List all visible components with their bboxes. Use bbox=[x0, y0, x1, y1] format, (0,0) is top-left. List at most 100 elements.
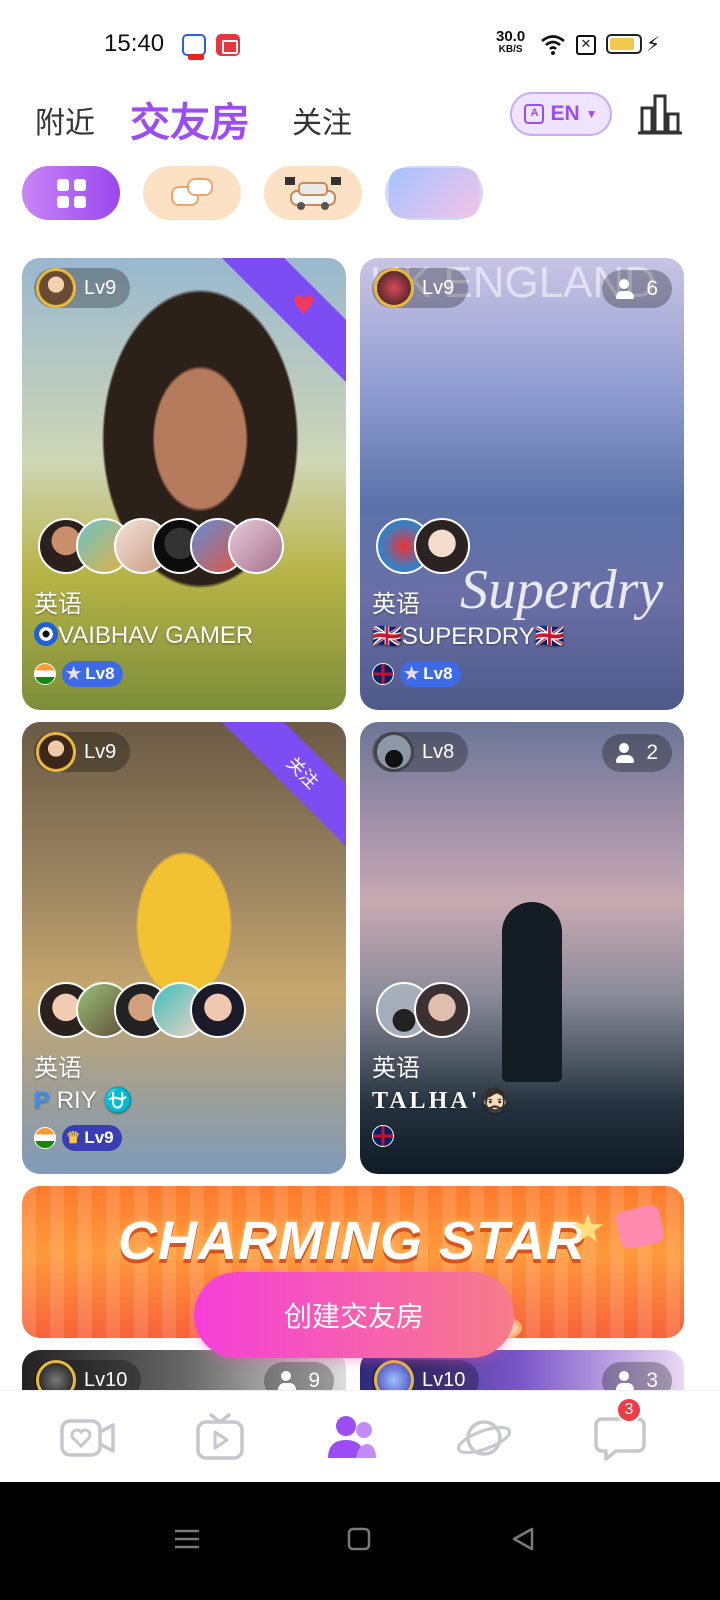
live-video-icon bbox=[60, 1419, 115, 1457]
star-icon: ★ bbox=[66, 664, 82, 683]
language-button[interactable]: A EN ▼ bbox=[510, 92, 612, 136]
room-name: 🇬🇧SUPERDRY🇬🇧 bbox=[372, 623, 565, 650]
tab-follow[interactable]: 关注 bbox=[292, 98, 352, 142]
host-avatar bbox=[374, 732, 414, 772]
no-sim-icon: ✕ bbox=[576, 35, 596, 55]
room-tags bbox=[372, 1125, 394, 1147]
nav-party[interactable] bbox=[322, 1413, 382, 1463]
planet-icon bbox=[456, 1420, 512, 1456]
heart-wings-icon bbox=[288, 295, 318, 321]
room-name: P RIY ⛎ bbox=[34, 1086, 133, 1115]
back-icon[interactable] bbox=[508, 1524, 538, 1554]
category-chat[interactable] bbox=[143, 166, 241, 220]
people-icon bbox=[616, 279, 638, 299]
host-avatar bbox=[36, 732, 76, 772]
bottom-nav: 3 bbox=[0, 1390, 720, 1482]
room-card[interactable]: Lv9 关注 英语 P RIY ⛎ ♛ Lv9 bbox=[22, 722, 346, 1174]
messages-icon bbox=[594, 1417, 646, 1461]
host-level: Lv9 bbox=[84, 276, 117, 299]
room-language: 英语 bbox=[34, 590, 82, 618]
nav-live[interactable] bbox=[58, 1413, 118, 1463]
category-race[interactable] bbox=[264, 166, 362, 220]
home-icon[interactable] bbox=[344, 1524, 374, 1554]
people-icon bbox=[616, 1371, 638, 1391]
room-name: TALHA'🧔🏻 bbox=[372, 1088, 514, 1114]
tv-play-icon bbox=[196, 1413, 244, 1460]
wifi-icon bbox=[541, 35, 565, 55]
status-time: 15:40 bbox=[104, 30, 165, 57]
mic-avatars bbox=[38, 518, 284, 574]
room-card[interactable]: Lv9 英语 VAIBHAV GAMER ★Lv8 bbox=[22, 258, 346, 710]
room-name-text: VAIBHAV GAMER bbox=[58, 622, 254, 649]
owner-level: Lv8 bbox=[423, 664, 453, 683]
avatar bbox=[414, 982, 470, 1038]
owner-level-chip: ♛ Lv9 bbox=[62, 1125, 122, 1151]
mic-avatars bbox=[376, 982, 470, 1038]
uk-flag-icon bbox=[372, 1125, 394, 1147]
avatar bbox=[190, 982, 246, 1038]
room-name: VAIBHAV GAMER bbox=[34, 622, 253, 650]
menu-icon[interactable] bbox=[172, 1524, 202, 1554]
category-number-game[interactable] bbox=[385, 166, 483, 220]
corner-ribbon: 关注 bbox=[220, 722, 346, 855]
host-badge: Lv8 bbox=[372, 732, 469, 772]
star-icon: ★ bbox=[404, 664, 420, 683]
owner-level-chip: ★ Lv8 bbox=[62, 661, 123, 687]
tab-nearby[interactable]: 附近 bbox=[35, 98, 95, 142]
nav-discover[interactable] bbox=[454, 1413, 514, 1463]
room-card[interactable]: UK ENGLAND Superdry Lv9 6 英语 🇬🇧SUPERDRY🇬… bbox=[360, 258, 684, 710]
status-bar: 15:40 30.0 KB/S ✕ ⚡ bbox=[0, 0, 720, 88]
room-language: 英语 bbox=[34, 1054, 82, 1082]
india-flag-icon bbox=[34, 1127, 56, 1149]
member-count: 2 bbox=[646, 741, 658, 764]
network-speed-unit: KB/S bbox=[498, 44, 523, 55]
host-level: Lv9 bbox=[84, 740, 117, 763]
avatar bbox=[414, 518, 470, 574]
translate-icon: A bbox=[524, 104, 545, 124]
race-car-icon bbox=[285, 177, 341, 210]
create-party-room-button[interactable]: 创建交友房 bbox=[194, 1272, 514, 1358]
uk-flag-icon bbox=[372, 663, 394, 685]
category-all[interactable] bbox=[22, 166, 120, 220]
member-count-badge: 2 bbox=[602, 734, 672, 772]
avatar bbox=[228, 518, 284, 574]
host-badge: Lv9 bbox=[34, 732, 131, 772]
unread-badge: 3 bbox=[616, 1397, 642, 1423]
name-suffix: ⛎ bbox=[102, 1087, 133, 1114]
host-level: Lv9 bbox=[422, 276, 455, 299]
member-count-badge: 6 bbox=[602, 270, 672, 308]
ranking-icon[interactable] bbox=[636, 92, 684, 136]
owner-level: Lv9 bbox=[84, 1128, 114, 1147]
name-prefix: P bbox=[34, 1087, 51, 1114]
tab-party-room[interactable]: 交友房 bbox=[130, 90, 250, 148]
silhouette-figure bbox=[502, 902, 562, 1082]
language-label: EN bbox=[550, 102, 580, 125]
room-tags: ★ Lv8 bbox=[34, 661, 123, 687]
mic-avatars bbox=[38, 982, 246, 1038]
network-speed: 30.0 KB/S bbox=[496, 29, 525, 56]
india-flag-icon bbox=[34, 663, 56, 685]
star-icon: ★ bbox=[570, 1206, 606, 1252]
charging-icon: ⚡ bbox=[646, 32, 661, 56]
room-name-text: RIY bbox=[56, 1087, 97, 1114]
overlay-text: Superdry bbox=[460, 559, 664, 621]
people-icon bbox=[616, 743, 638, 763]
room-card[interactable]: Lv8 2 英语 TALHA'🧔🏻 bbox=[360, 722, 684, 1174]
host-avatar bbox=[374, 268, 414, 308]
follow-ribbon-text: 关注 bbox=[281, 752, 323, 794]
room-tags: ♛ Lv9 bbox=[34, 1125, 122, 1151]
room-tags: ★ Lv8 bbox=[372, 661, 461, 687]
room-language: 英语 bbox=[372, 590, 420, 618]
nav-video[interactable] bbox=[190, 1413, 250, 1463]
host-badge: Lv9 bbox=[34, 268, 131, 308]
crown-icon: ♛ bbox=[66, 1130, 81, 1147]
host-avatar bbox=[36, 268, 76, 308]
nav-messages[interactable]: 3 bbox=[590, 1397, 650, 1463]
screen-record-icon bbox=[216, 34, 240, 56]
chevron-down-icon: ▼ bbox=[585, 107, 598, 121]
battery-level bbox=[610, 38, 634, 50]
people-icon bbox=[278, 1371, 300, 1391]
evil-eye-icon bbox=[34, 622, 58, 646]
chat-bubbles-icon bbox=[171, 178, 213, 208]
owner-level-chip: ★ Lv8 bbox=[400, 661, 461, 687]
